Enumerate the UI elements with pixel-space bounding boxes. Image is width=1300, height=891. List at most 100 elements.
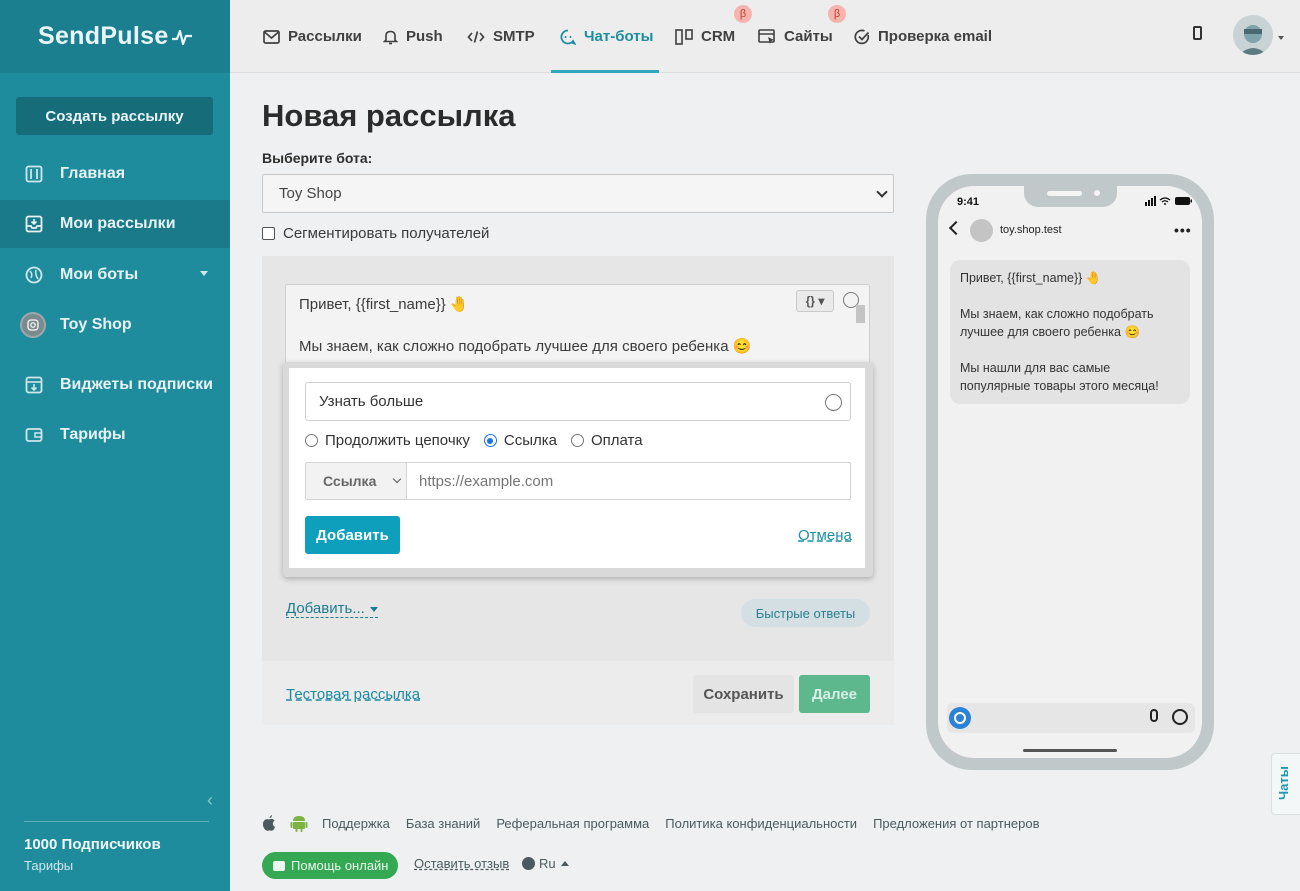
mobile-icon[interactable] [1193, 26, 1202, 40]
footer-link-support[interactable]: Поддержка [322, 816, 390, 831]
emoji-icon[interactable] [825, 394, 842, 411]
sidebar-item-label: Мои боты [60, 266, 139, 283]
radio-button[interactable] [305, 434, 318, 447]
logo[interactable]: SendPulse [0, 0, 230, 73]
check-circle-icon [854, 29, 870, 45]
android-icon[interactable] [290, 814, 308, 832]
language-selector[interactable]: Ru [522, 856, 569, 871]
radio-payment[interactable]: Оплата [570, 432, 643, 449]
chats-tab[interactable]: Чаты [1271, 753, 1300, 815]
sidebar: SendPulse Создать рассылку Главная Мои р… [0, 0, 230, 891]
top-nav: Рассылки Push SMTP Чат-боты CRM β Сайты … [230, 0, 1300, 73]
sidebar-item-label: Toy Shop [60, 316, 132, 333]
link-type-select[interactable]: Ссылка [306, 463, 407, 499]
radio-continue-chain[interactable]: Продолжить цепочку [305, 432, 470, 449]
action-type-radio-group: Продолжить цепочку Ссылка Оплата [305, 432, 657, 449]
contact-name: toy.shop.test [1000, 224, 1062, 236]
help-online-button[interactable]: Помощь онлайн [262, 852, 398, 879]
nav-item-chatbots[interactable]: Чат-боты [560, 0, 653, 73]
radio-label: Продолжить цепочку [325, 432, 470, 449]
sidebar-item-subscribe-widgets[interactable]: Виджеты подписки [0, 361, 230, 409]
leave-review-link[interactable]: Оставить отзыв [414, 856, 509, 871]
beta-badge: β [734, 5, 752, 23]
variables-button[interactable]: {} ▾ [796, 290, 834, 312]
mic-icon [1150, 709, 1158, 722]
footer-link-knowledge-base[interactable]: База знаний [406, 816, 481, 831]
bot-select-value: Toy Shop [279, 185, 342, 202]
nav-item-crm[interactable]: CRM [675, 0, 735, 73]
segment-label: Сегментировать получателей [283, 225, 490, 242]
create-campaign-button[interactable]: Создать рассылку [16, 97, 213, 135]
sidebar-item-home[interactable]: Главная [0, 150, 230, 198]
bubble-line: Мы знаем, как сложно подобрать лучшее дл… [960, 307, 1154, 339]
active-tab-indicator [551, 70, 659, 73]
page-title: Новая рассылка [262, 98, 516, 133]
bell-icon [383, 29, 398, 45]
sidebar-item-my-campaigns[interactable]: Мои рассылки [0, 200, 230, 248]
bubble-line: Привет, {{first_name}} 🤚 [960, 271, 1102, 285]
variables-icon: {} [805, 294, 815, 308]
scrollbar[interactable] [854, 300, 866, 350]
pulse-icon [171, 29, 192, 45]
nav-item-campaigns[interactable]: Рассылки [263, 0, 362, 73]
home-indicator [1023, 749, 1117, 752]
apple-icon[interactable] [262, 815, 276, 831]
tariffs-link[interactable]: Тарифы [24, 858, 73, 873]
preview-message-bubble: Привет, {{first_name}} 🤚 Мы знаем, как с… [950, 260, 1190, 404]
message-line: Мы знаем, как сложно подобрать лучшее дл… [299, 338, 752, 355]
sidebar-item-label: Виджеты подписки [60, 376, 213, 393]
cancel-link[interactable]: Отмена [798, 527, 852, 544]
quick-replies-button[interactable]: Быстрые ответы [741, 599, 870, 627]
collapse-sidebar-icon[interactable]: ‹ [207, 790, 213, 811]
segment-recipients[interactable]: Сегментировать получателей [262, 225, 489, 242]
download-box-icon [24, 375, 44, 395]
button-text-input[interactable]: Узнать больше [305, 382, 851, 421]
test-send-link[interactable]: Тестовая рассылка [286, 686, 420, 703]
nav-label: Сайты [784, 28, 833, 45]
divider [24, 821, 209, 822]
inbox-icon [24, 214, 44, 234]
link-row: Ссылка [305, 462, 851, 500]
site-icon [758, 28, 776, 45]
sidebar-item-my-bots[interactable]: Мои боты [0, 251, 230, 299]
chevron-down-icon [369, 606, 378, 612]
nav-label: Push [406, 28, 443, 45]
bot-select[interactable]: Toy Shop [262, 174, 894, 213]
globe-icon [522, 857, 535, 870]
footer-links: Поддержка База знаний Реферальная програ… [262, 814, 1055, 832]
next-button[interactable]: Далее [799, 675, 870, 713]
footer-link-partners[interactable]: Предложения от партнеров [873, 816, 1039, 831]
url-input[interactable] [419, 473, 839, 490]
nav-label: Проверка email [878, 28, 993, 45]
chevron-down-icon [392, 474, 402, 484]
user-avatar[interactable] [1233, 15, 1273, 55]
radio-link[interactable]: Ссылка [483, 432, 557, 449]
chevron-down-icon[interactable] [1278, 36, 1284, 40]
sidebar-item-toy-shop[interactable]: Toy Shop [0, 301, 230, 349]
contact-avatar [970, 219, 993, 242]
radio-button[interactable] [570, 434, 584, 447]
smile-icon [1172, 709, 1188, 725]
beta-badge: β [828, 5, 846, 23]
language-value: Ru [539, 856, 556, 871]
nav-item-email-verification[interactable]: Проверка email [854, 0, 992, 73]
nav-item-smtp[interactable]: SMTP [467, 0, 535, 73]
nav-item-sites[interactable]: Сайты [758, 0, 833, 73]
chevron-down-icon [876, 186, 888, 198]
phone-time: 9:41 [957, 196, 980, 208]
sidebar-item-tariffs[interactable]: Тарифы [0, 411, 230, 459]
chevron-down-icon [200, 271, 208, 276]
add-more-dropdown[interactable]: Добавить... [286, 600, 378, 618]
mail-icon [263, 29, 280, 44]
radio-button[interactable] [483, 434, 497, 447]
nav-item-push[interactable]: Push [383, 0, 443, 73]
footer-link-referral[interactable]: Реферальная программа [496, 816, 649, 831]
chat-bubble-icon [273, 860, 285, 871]
add-button[interactable]: Добавить [305, 516, 400, 554]
button-text-value: Узнать больше [319, 393, 424, 410]
nav-label: Чат-боты [584, 28, 654, 45]
segment-checkbox[interactable] [262, 227, 275, 240]
globe-icon [24, 265, 44, 285]
footer-link-privacy[interactable]: Политика конфиденциальности [665, 816, 857, 831]
save-button[interactable]: Сохранить [693, 675, 794, 713]
